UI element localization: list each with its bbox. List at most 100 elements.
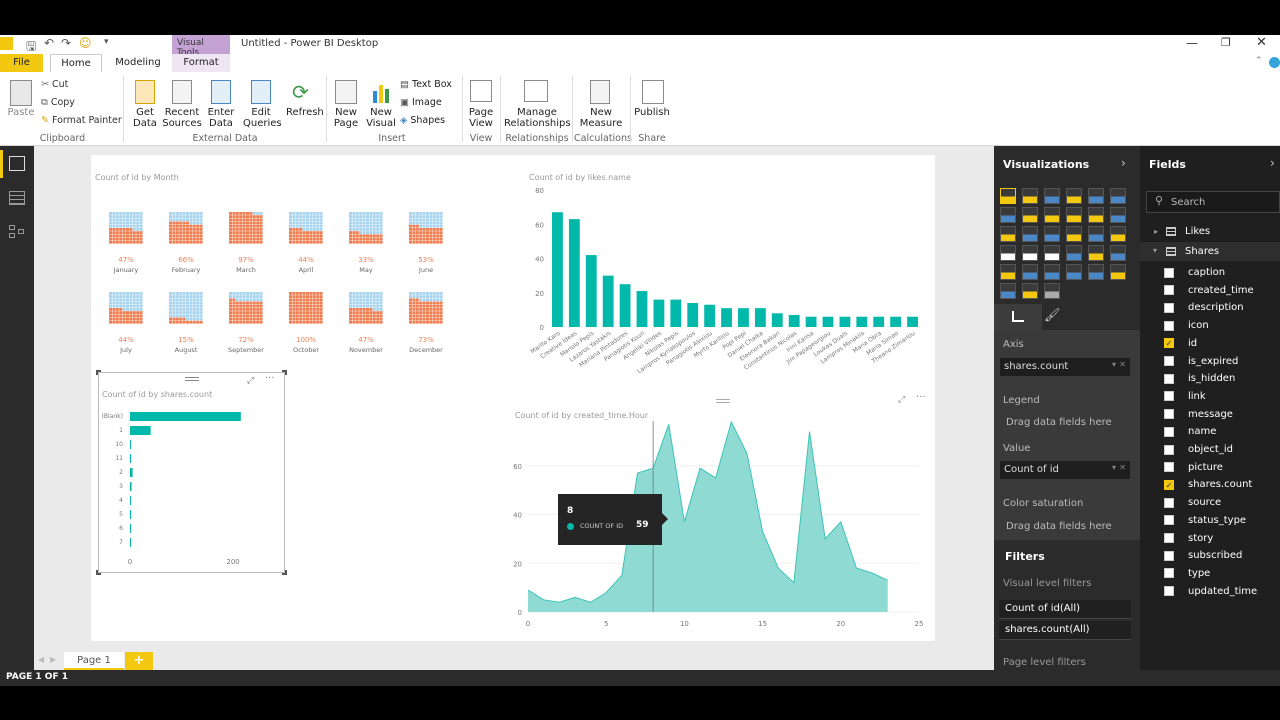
waffle-february[interactable]	[169, 212, 203, 244]
checked-checkbox-icon[interactable]: ✓	[1164, 479, 1174, 490]
refresh-button[interactable]: Refresh	[286, 107, 324, 118]
undo-icon[interactable]: ↶	[44, 36, 54, 50]
dropdown-chevron-icon[interactable]: ▾	[1112, 360, 1116, 369]
waffle-august[interactable]	[169, 292, 203, 324]
waffle-april[interactable]	[289, 212, 323, 244]
visual-type-icon[interactable]	[1088, 264, 1104, 280]
field-created-time[interactable]: created_time	[1148, 282, 1254, 299]
close-icon[interactable]: ✕	[1256, 35, 1267, 50]
edit-queries-button[interactable]: Edit Queries	[243, 107, 282, 129]
legend-drop-zone[interactable]: Drag data fields here	[1000, 413, 1130, 432]
more-options-icon[interactable]: ···	[265, 373, 275, 384]
publish-button[interactable]: Publish	[634, 107, 670, 118]
field-object-id[interactable]: object_id	[1148, 441, 1233, 458]
get-data-button[interactable]: Get Data	[128, 107, 162, 129]
field-name[interactable]: name	[1148, 423, 1216, 440]
search-box[interactable]: ⚲ Search	[1146, 191, 1280, 213]
checkbox-icon[interactable]	[1164, 497, 1174, 508]
visual-type-icon[interactable]	[1000, 226, 1016, 242]
visual-type-icon[interactable]	[1044, 264, 1060, 280]
resize-handle[interactable]	[282, 370, 287, 375]
visual-type-icon[interactable]	[1066, 245, 1082, 261]
focus-mode-icon[interactable]: ⤢	[247, 376, 254, 386]
tab-file[interactable]: File	[0, 54, 43, 72]
field-picture[interactable]: picture	[1148, 459, 1223, 476]
visual-type-icon[interactable]	[1088, 226, 1104, 242]
field-icon[interactable]: icon	[1148, 317, 1209, 334]
visual-type-icon[interactable]	[1088, 207, 1104, 223]
manage-relationships-button[interactable]: Manage Relationships	[504, 107, 571, 129]
visual-type-icon[interactable]	[1066, 226, 1082, 242]
color-saturation-drop-zone[interactable]: Drag data fields here	[1000, 517, 1130, 536]
visual-type-icon[interactable]	[1022, 264, 1038, 280]
maximize-icon[interactable]: ❐	[1221, 36, 1231, 49]
visual-type-icon[interactable]	[1044, 226, 1060, 242]
next-page-icon[interactable]: ▶	[50, 655, 56, 664]
checked-checkbox-icon[interactable]: ✓	[1164, 338, 1174, 349]
visual-type-icon[interactable]	[1066, 207, 1082, 223]
visual-type-icon[interactable]	[1022, 226, 1038, 242]
resize-handle[interactable]	[282, 570, 287, 575]
tab-format[interactable]: Format	[172, 54, 230, 72]
shapes-button[interactable]: ◈ Shapes	[400, 115, 445, 126]
waffle-may[interactable]	[349, 212, 383, 244]
visual-type-icon[interactable]	[1110, 188, 1126, 204]
field-description[interactable]: description	[1148, 299, 1244, 316]
help-icon[interactable]	[1269, 57, 1280, 68]
field-type[interactable]: type	[1148, 565, 1210, 582]
expand-table-icon[interactable]: ▸	[1154, 227, 1158, 236]
waffle-march[interactable]	[229, 212, 263, 244]
visual-type-icon[interactable]	[1044, 188, 1060, 204]
waffle-december[interactable]	[409, 292, 443, 324]
tab-modeling[interactable]: Modeling	[110, 57, 166, 68]
visual-type-icon[interactable]	[1044, 283, 1060, 299]
filter-count-of-id[interactable]: Count of id(All)	[999, 600, 1131, 619]
visual-type-icon[interactable]	[1022, 245, 1038, 261]
tab-home[interactable]: Home	[50, 54, 102, 72]
checkbox-icon[interactable]	[1164, 285, 1174, 296]
field-updated-time[interactable]: updated_time	[1148, 583, 1257, 600]
paste-button[interactable]: Paste	[6, 107, 36, 118]
field-is-expired[interactable]: is_expired	[1148, 353, 1238, 370]
enter-data-button[interactable]: Enter Data	[204, 107, 238, 129]
field-source[interactable]: source	[1148, 494, 1221, 511]
bar-chart-likes[interactable]: 020406080Marito KaroCreative IdeasMariol…	[521, 183, 931, 373]
recent-sources-button[interactable]: Recent Sources	[162, 107, 202, 129]
visual-type-icon[interactable]	[1000, 245, 1016, 261]
page-tab-1[interactable]: Page 1	[64, 652, 124, 670]
relationships-view-icon[interactable]	[9, 225, 25, 239]
checkbox-icon[interactable]	[1164, 568, 1174, 579]
collapse-table-icon[interactable]: ▾	[1153, 246, 1157, 255]
visual-type-icon[interactable]	[1110, 245, 1126, 261]
waffle-january[interactable]	[109, 212, 143, 244]
waffle-july[interactable]	[109, 292, 143, 324]
visual-type-icon[interactable]	[1110, 226, 1126, 242]
data-view-icon[interactable]	[9, 191, 25, 205]
checkbox-icon[interactable]	[1164, 515, 1174, 526]
checkbox-icon[interactable]	[1164, 550, 1174, 561]
visual-type-icon[interactable]	[1000, 264, 1016, 280]
dropdown-chevron-icon[interactable]: ▾	[1112, 463, 1116, 472]
table-shares[interactable]: Shares	[1185, 246, 1219, 257]
visual-type-icon[interactable]	[1000, 188, 1016, 204]
checkbox-icon[interactable]	[1164, 444, 1174, 455]
field-is-hidden[interactable]: is_hidden	[1148, 370, 1235, 387]
copy-button[interactable]: ⧉ Copy	[41, 97, 75, 108]
add-page-button[interactable]: +	[125, 652, 153, 670]
checkbox-icon[interactable]	[1164, 462, 1174, 473]
visual-type-icon[interactable]	[1066, 264, 1082, 280]
drag-grip-icon[interactable]	[185, 377, 199, 381]
waffle-visual[interactable]: 47% January 66% February 97% March 44% April 33%…	[91, 155, 491, 365]
prev-page-icon[interactable]: ◀	[38, 655, 44, 664]
checkbox-icon[interactable]	[1164, 302, 1174, 313]
drag-grip-icon[interactable]	[716, 399, 730, 403]
remove-field-icon[interactable]: ✕	[1119, 463, 1126, 472]
smiley-icon[interactable]: ☺	[79, 36, 92, 50]
visual-type-icon[interactable]	[1110, 207, 1126, 223]
checkbox-icon[interactable]	[1164, 267, 1174, 278]
field-story[interactable]: story	[1148, 530, 1213, 547]
visual-type-icon[interactable]	[1110, 264, 1126, 280]
field-message[interactable]: message	[1148, 406, 1233, 423]
waffle-june[interactable]	[409, 212, 443, 244]
collapse-fields-pane-icon[interactable]: ›	[1270, 156, 1275, 170]
